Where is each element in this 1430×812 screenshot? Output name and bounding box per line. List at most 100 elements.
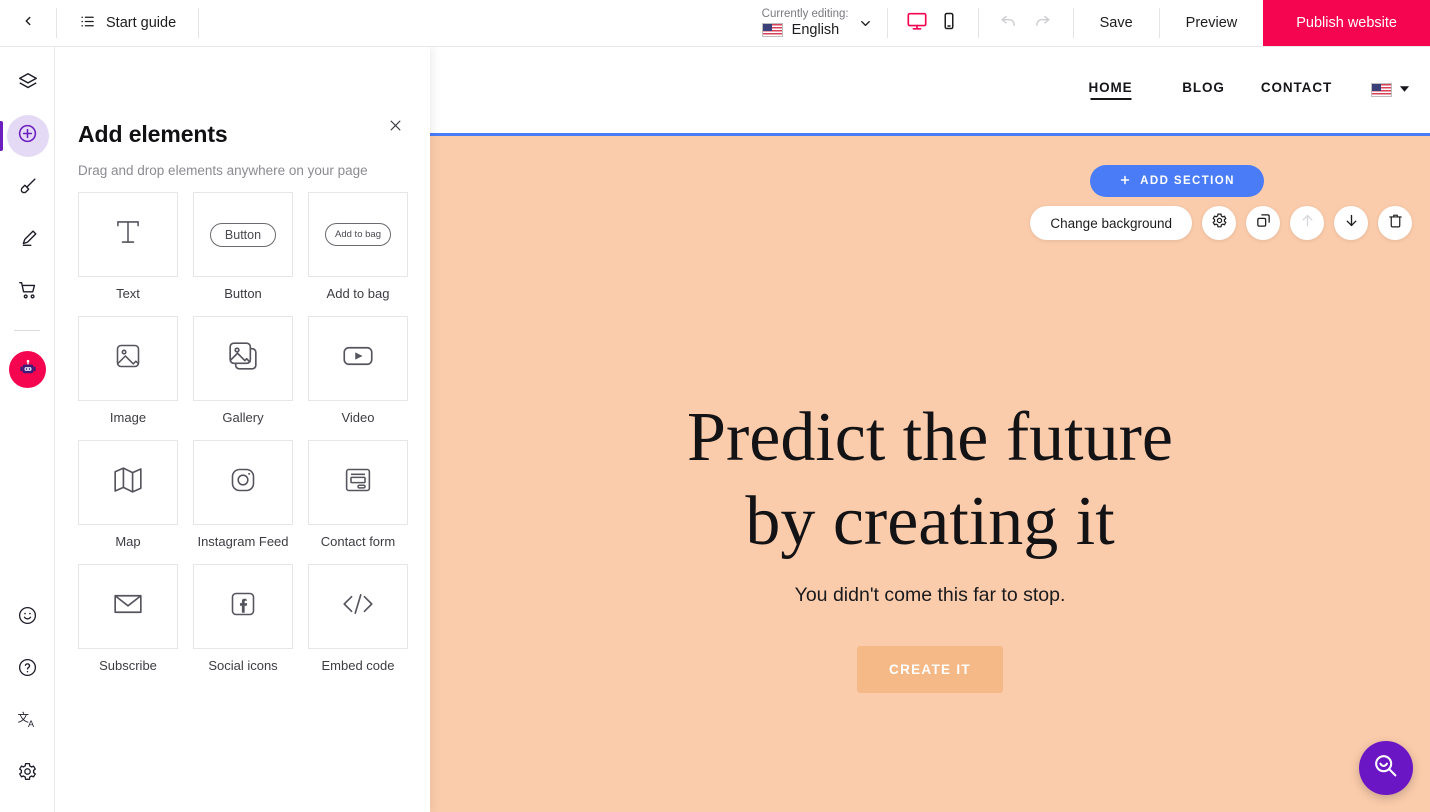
hero-cta-button[interactable]: CREATE IT <box>857 646 1003 693</box>
element-tile-embed-code[interactable]: Embed code <box>308 564 408 674</box>
undo-arrow-icon <box>999 11 1018 35</box>
element-tile-social-icons[interactable]: Social icons <box>193 564 293 674</box>
element-label: Add to bag <box>326 286 390 301</box>
hero-heading: Predict the future by creating it <box>430 396 1430 564</box>
sidebar-item-feedback[interactable] <box>0 592 55 644</box>
nav-link-home[interactable]: HOME <box>1064 80 1157 100</box>
hero-subheading: You didn't come this far to stop. <box>794 584 1066 606</box>
gear-icon <box>1211 212 1228 234</box>
sidebar-item-help[interactable] <box>0 644 55 696</box>
element-tile-contact-form[interactable]: Contact form <box>308 440 408 550</box>
language-selector[interactable]: Currently editing: English <box>748 0 887 46</box>
copy-icon <box>1255 212 1272 234</box>
redo-button[interactable] <box>1029 9 1057 37</box>
sidebar-item-layers[interactable] <box>0 58 55 110</box>
sidebar-item-store[interactable] <box>0 266 55 318</box>
add-section-label: ADD SECTION <box>1140 175 1235 187</box>
top-toolbar: Start guide Currently editing: English S… <box>0 0 1430 47</box>
sidebar-item-add-elements[interactable] <box>0 110 55 162</box>
close-panel-button[interactable] <box>384 117 406 139</box>
element-label: Text <box>116 286 140 301</box>
section-settings-button[interactable] <box>1202 206 1236 240</box>
panel-title: Add elements <box>78 121 228 147</box>
question-circle-icon <box>17 657 38 683</box>
sidebar-item-settings[interactable] <box>0 748 55 800</box>
us-flag-icon <box>761 23 783 37</box>
element-tile-text[interactable]: Text <box>78 192 178 302</box>
publish-website-button[interactable]: Publish website <box>1263 0 1430 46</box>
element-label: Embed code <box>321 658 395 673</box>
hero-heading-line2: by creating it <box>745 483 1115 560</box>
help-search-button[interactable] <box>1359 741 1413 795</box>
start-guide-label: Start guide <box>106 15 177 31</box>
nav-link-contact[interactable]: CONTACT <box>1250 80 1343 100</box>
plus-icon <box>1119 174 1131 189</box>
section-insert-indicator <box>430 133 1430 136</box>
undo-button[interactable] <box>995 9 1023 37</box>
move-section-up-button[interactable] <box>1290 206 1324 240</box>
section-toolbar: Change background <box>1030 206 1412 240</box>
smiley-icon <box>17 605 38 631</box>
rail-divider <box>14 330 40 331</box>
language-value: English <box>791 22 840 38</box>
sidebar-item-design[interactable] <box>0 162 55 214</box>
gallery-icon <box>221 334 265 383</box>
envelope-icon <box>106 582 150 631</box>
element-tile-subscribe[interactable]: Subscribe <box>78 564 178 674</box>
translate-icon: 文A <box>16 708 39 736</box>
panel-subtitle: Drag and drop elements anywhere on your … <box>78 163 368 178</box>
website-canvas: HOME BLOG CONTACT Predict the future by … <box>430 47 1430 812</box>
search-smile-icon <box>1371 751 1401 786</box>
element-tile-button[interactable]: Button Button <box>193 192 293 302</box>
change-background-button[interactable]: Change background <box>1030 206 1192 240</box>
move-section-down-button[interactable] <box>1334 206 1368 240</box>
mobile-view-button[interactable] <box>934 8 964 38</box>
redo-arrow-icon <box>1033 11 1052 35</box>
start-guide-button[interactable]: Start guide <box>57 0 198 46</box>
layers-icon <box>17 71 39 98</box>
hero-heading-line1: Predict the future <box>687 399 1173 476</box>
trash-icon <box>1387 212 1404 234</box>
back-button[interactable] <box>0 0 56 46</box>
robot-icon <box>9 350 46 388</box>
save-button[interactable]: Save <box>1074 0 1159 46</box>
element-tile-video[interactable]: Video <box>308 316 408 426</box>
chevron-down-icon <box>849 16 883 31</box>
site-language-selector[interactable] <box>1371 81 1410 99</box>
element-label: Subscribe <box>99 658 157 673</box>
arrow-down-icon <box>1343 212 1360 234</box>
nav-link-blog[interactable]: BLOG <box>1157 80 1250 100</box>
device-switcher <box>888 0 978 46</box>
language-caption: Currently editing: <box>761 8 849 20</box>
sidebar-item-assistant[interactable] <box>0 343 55 395</box>
add-elements-panel: Add elements Drag and drop elements anyw… <box>55 47 430 812</box>
element-tile-add-to-bag[interactable]: Add to bag Add to bag <box>308 192 408 302</box>
element-tile-instagram-feed[interactable]: Instagram Feed <box>193 440 293 550</box>
sidebar-item-edit[interactable] <box>0 214 55 266</box>
element-tile-image[interactable]: Image <box>78 316 178 426</box>
sidebar-item-translate[interactable]: 文A <box>0 696 55 748</box>
left-rail: 文A <box>0 47 55 812</box>
map-icon <box>106 458 150 507</box>
video-play-icon <box>336 334 380 383</box>
element-label: Map <box>115 534 141 549</box>
mobile-icon <box>939 11 959 36</box>
add-section-button[interactable]: ADD SECTION <box>1090 165 1264 197</box>
element-label: Social icons <box>208 658 278 673</box>
desktop-view-button[interactable] <box>902 8 932 38</box>
duplicate-section-button[interactable] <box>1246 206 1280 240</box>
chevron-left-icon <box>21 14 35 33</box>
code-brackets-icon <box>336 582 380 631</box>
button-pill-icon: Button <box>209 222 277 247</box>
element-tile-gallery[interactable]: Gallery <box>193 316 293 426</box>
gear-icon <box>17 761 38 787</box>
element-label: Gallery <box>222 410 264 425</box>
delete-section-button[interactable] <box>1378 206 1412 240</box>
svg-text:A: A <box>28 719 35 729</box>
history-controls <box>979 0 1073 46</box>
preview-button[interactable]: Preview <box>1160 0 1264 46</box>
facebook-icon <box>222 583 264 630</box>
monitor-icon <box>906 10 928 37</box>
element-tile-map[interactable]: Map <box>78 440 178 550</box>
